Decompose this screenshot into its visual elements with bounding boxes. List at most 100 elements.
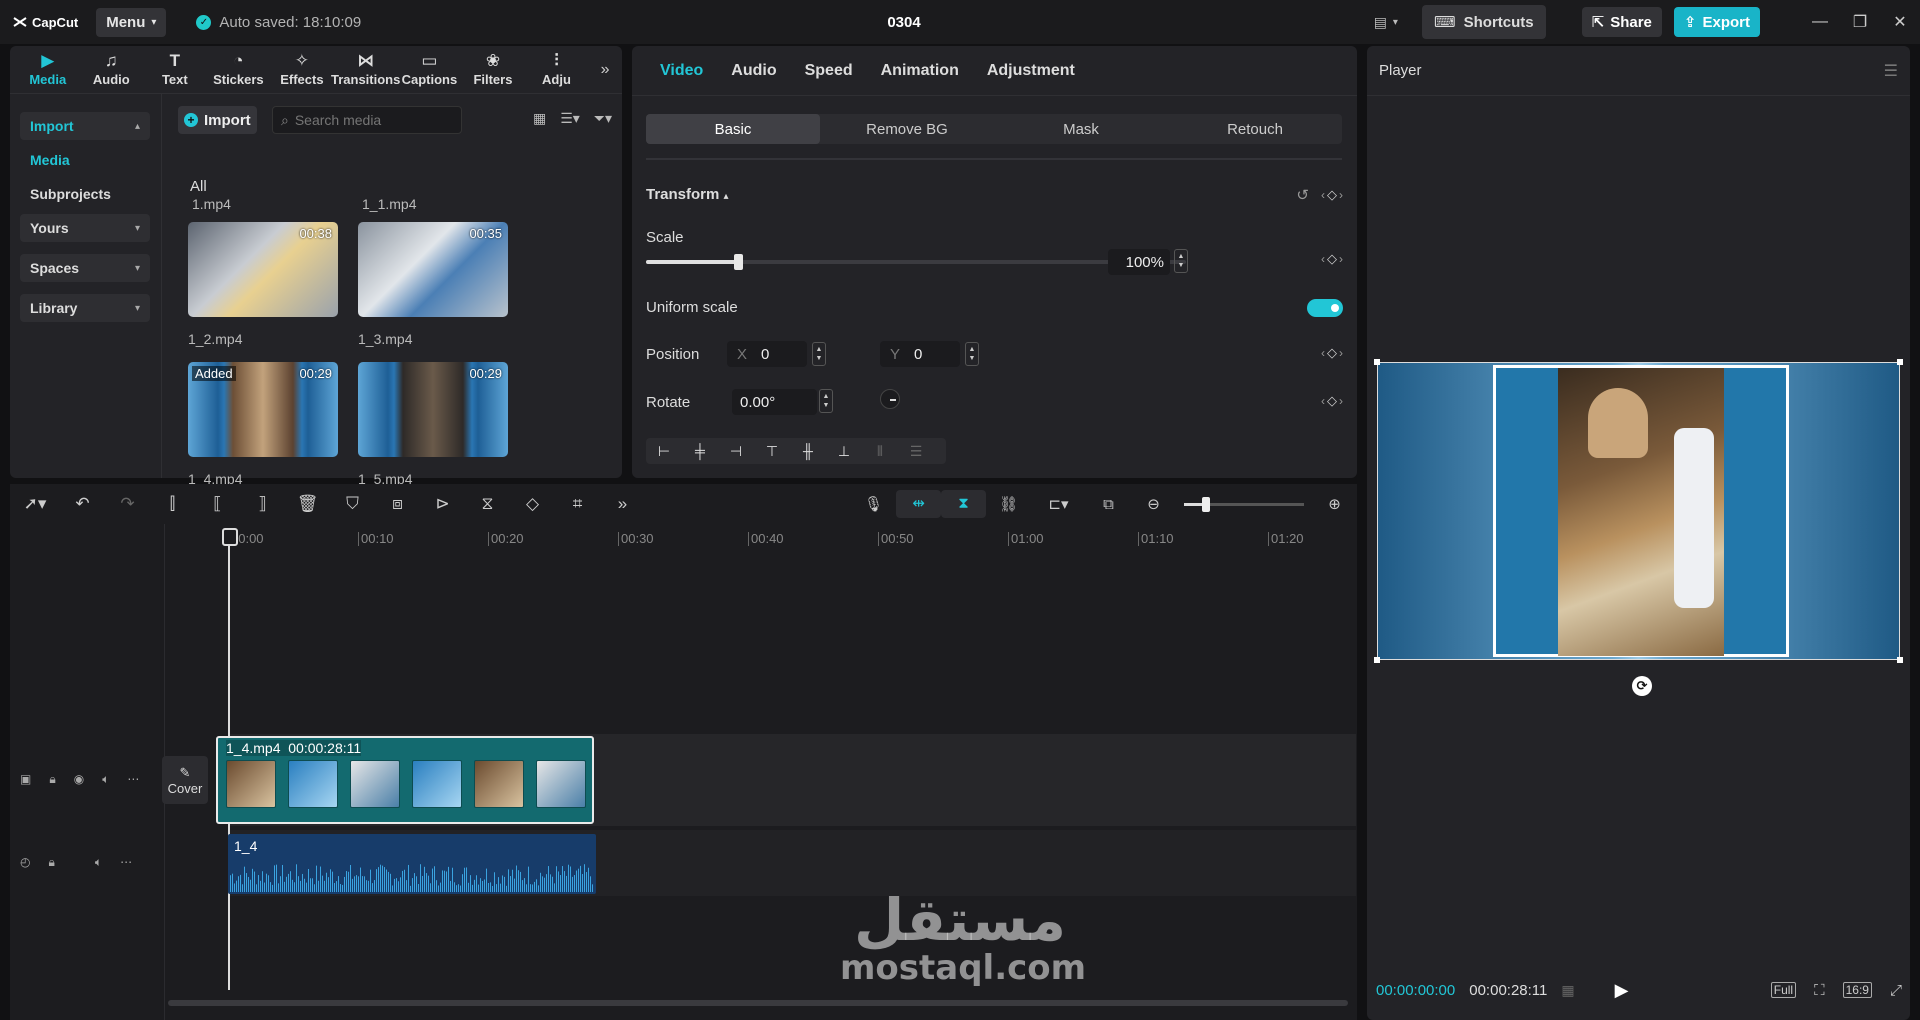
position-y-stepper[interactable]: ▲ ▼ (965, 342, 979, 366)
media-thumbnail[interactable]: 00:35 (358, 222, 508, 317)
auto-snap-icon[interactable]: ⧗ (941, 490, 986, 518)
sidebar-item-yours[interactable]: Yours ▾ (20, 214, 150, 242)
aspect-ratio-button[interactable]: 16:9 (1842, 982, 1872, 998)
align-right-icon[interactable]: ⊣ (718, 443, 754, 460)
restore-button[interactable]: ❐ (1840, 0, 1880, 44)
play-icon[interactable]: ▶ (1615, 980, 1629, 1001)
import-button[interactable]: + Import (178, 106, 257, 134)
full-quality-button[interactable]: Full (1770, 982, 1797, 998)
position-x-stepper[interactable]: ▲ ▼ (812, 342, 826, 366)
more-icon[interactable]: ⋯ (127, 772, 139, 787)
share-button[interactable]: ⇱ Share (1581, 7, 1662, 37)
all-filter-label[interactable]: All (190, 178, 207, 195)
tab-animation[interactable]: Animation (867, 62, 973, 80)
resize-handle[interactable] (1374, 359, 1380, 365)
segment-remove-bg[interactable]: Remove BG (820, 114, 994, 144)
next-keyframe-icon[interactable]: › (1339, 346, 1343, 360)
prev-keyframe-icon[interactable]: ‹ (1321, 346, 1325, 360)
media-thumbnail[interactable]: 00:29 (358, 362, 508, 457)
position-y-field[interactable]: Y 0 (880, 341, 960, 367)
sidebar-item-spaces[interactable]: Spaces ▾ (20, 254, 150, 282)
split-icon[interactable]: ⫿ (150, 494, 195, 514)
position-x-field[interactable]: X 0 (727, 341, 807, 367)
rotate-handle-icon[interactable]: ⟳ (1632, 676, 1652, 696)
fit-timeline-icon[interactable]: ⧉ (1086, 496, 1131, 513)
rotate-dial[interactable] (880, 389, 900, 409)
scale-slider-handle[interactable] (733, 254, 743, 270)
segment-basic[interactable]: Basic (646, 114, 820, 144)
grid-view-icon[interactable]: ▦ (533, 110, 546, 127)
zoom-fit-icon[interactable]: ⛶ (1814, 982, 1825, 999)
zoom-out-icon[interactable]: ⊖ (1131, 495, 1176, 513)
scale-slider[interactable] (646, 254, 1186, 270)
mirror-icon[interactable]: ⧖ (465, 494, 510, 514)
lock-icon[interactable]: 🔒︎ (48, 855, 54, 870)
rotate-stepper[interactable]: ▲ ▼ (819, 389, 833, 413)
more-icon[interactable]: ⋯ (120, 855, 132, 870)
reverse-play-icon[interactable]: ⊳ (420, 494, 465, 514)
minimize-button[interactable]: — (1800, 0, 1840, 44)
tab-video[interactable]: Video (646, 62, 717, 80)
speaker-icon[interactable]: 🔈︎ (95, 855, 102, 870)
eye-icon[interactable]: ◉ (74, 772, 84, 787)
audio-clip[interactable]: 1_4 (228, 834, 596, 894)
shortcuts-button[interactable]: ⌨ Shortcuts (1421, 5, 1546, 39)
fullscreen-icon[interactable]: ⤢ (1890, 982, 1902, 999)
prev-keyframe-icon[interactable]: ‹ (1321, 394, 1325, 408)
prev-keyframe-icon[interactable]: ‹ (1321, 252, 1325, 266)
resize-handle[interactable] (1897, 359, 1903, 365)
speaker-icon[interactable]: 🔈︎ (102, 772, 109, 787)
scale-stepper[interactable]: ▲ ▼ (1174, 249, 1188, 273)
timeline-scrollbar[interactable] (168, 1000, 1348, 1006)
sidebar-item-import[interactable]: Import ▴ (20, 112, 150, 140)
timeline-ruler[interactable]: 00:00 00:10 00:20 00:30 00:40 00:50 01:0… (228, 532, 1357, 548)
media-item[interactable]: 00:38 1_2.mp4 (188, 222, 338, 347)
segment-retouch[interactable]: Retouch (1168, 114, 1342, 144)
align-left-icon[interactable]: ⊢ (646, 443, 682, 460)
search-input[interactable] (294, 112, 445, 128)
marker-icon[interactable]: ⛉ (330, 494, 375, 514)
menu-button[interactable]: Menu ▾ (96, 7, 167, 37)
magnet-link-icon[interactable]: ⇹ (896, 490, 941, 518)
align-center-v-icon[interactable]: ╫ (790, 443, 826, 459)
sort-icon[interactable]: ☰▾ (560, 110, 580, 127)
keyframe-icon[interactable]: ◇ (1327, 345, 1337, 361)
tab-adjustment[interactable]: ⫶ Adju (525, 46, 589, 93)
hamburger-menu-icon[interactable]: ☰ (1884, 61, 1898, 81)
cover-button[interactable]: ✎ Cover (162, 756, 208, 804)
tab-adjustment-props[interactable]: Adjustment (973, 62, 1089, 80)
sidebar-item-media[interactable]: Media (20, 146, 150, 174)
segment-mask[interactable]: Mask (994, 114, 1168, 144)
prev-keyframe-icon[interactable]: ‹ (1321, 188, 1325, 202)
tab-speed[interactable]: Speed (791, 62, 867, 80)
select-tool-icon[interactable]: ➚▾ (10, 494, 60, 514)
tab-effects[interactable]: ✧ Effects (270, 46, 334, 93)
split-right-icon[interactable]: ⟧ (240, 494, 285, 514)
align-top-icon[interactable]: ⊤ (754, 443, 790, 460)
media-item[interactable]: 00:29 1_5.mp4 (358, 362, 508, 487)
close-button[interactable]: ✕ (1880, 0, 1920, 44)
sidebar-item-library[interactable]: Library ▾ (20, 294, 150, 322)
rotate-field[interactable]: 0.00° (732, 389, 817, 415)
link-icon[interactable]: ⛓ (986, 495, 1031, 513)
tab-transitions[interactable]: ⋈ Transitions (331, 46, 400, 93)
tab-captions[interactable]: ▭ Captions (398, 46, 462, 93)
tab-stickers[interactable]: ◔ Stickers (207, 46, 271, 93)
align-center-h-icon[interactable]: ╪ (682, 443, 718, 459)
lock-icon[interactable]: 🔒︎ (49, 772, 55, 787)
transform-section[interactable]: Transform ▴ (646, 186, 729, 203)
tab-media[interactable]: ▶ Media (16, 46, 80, 93)
scale-value-field[interactable]: 100% (1108, 249, 1170, 275)
rotate-icon[interactable]: ◇ (510, 494, 555, 514)
align-bottom-icon[interactable]: ⊥ (826, 443, 862, 460)
next-keyframe-icon[interactable]: › (1339, 394, 1343, 408)
timeline-zoom-slider[interactable] (1184, 496, 1304, 512)
split-left-icon[interactable]: ⟦ (195, 494, 240, 514)
undo-icon[interactable]: ↶ (60, 494, 105, 514)
media-item[interactable]: 00:35 1_3.mp4 (358, 222, 508, 347)
zoom-in-icon[interactable]: ⊕ (1312, 495, 1357, 513)
media-thumbnail[interactable]: Added 00:29 (188, 362, 338, 457)
tab-filters[interactable]: ❀ Filters (461, 46, 525, 93)
next-keyframe-icon[interactable]: › (1339, 188, 1343, 202)
filter-icon[interactable]: ⏷▾ (594, 110, 612, 127)
